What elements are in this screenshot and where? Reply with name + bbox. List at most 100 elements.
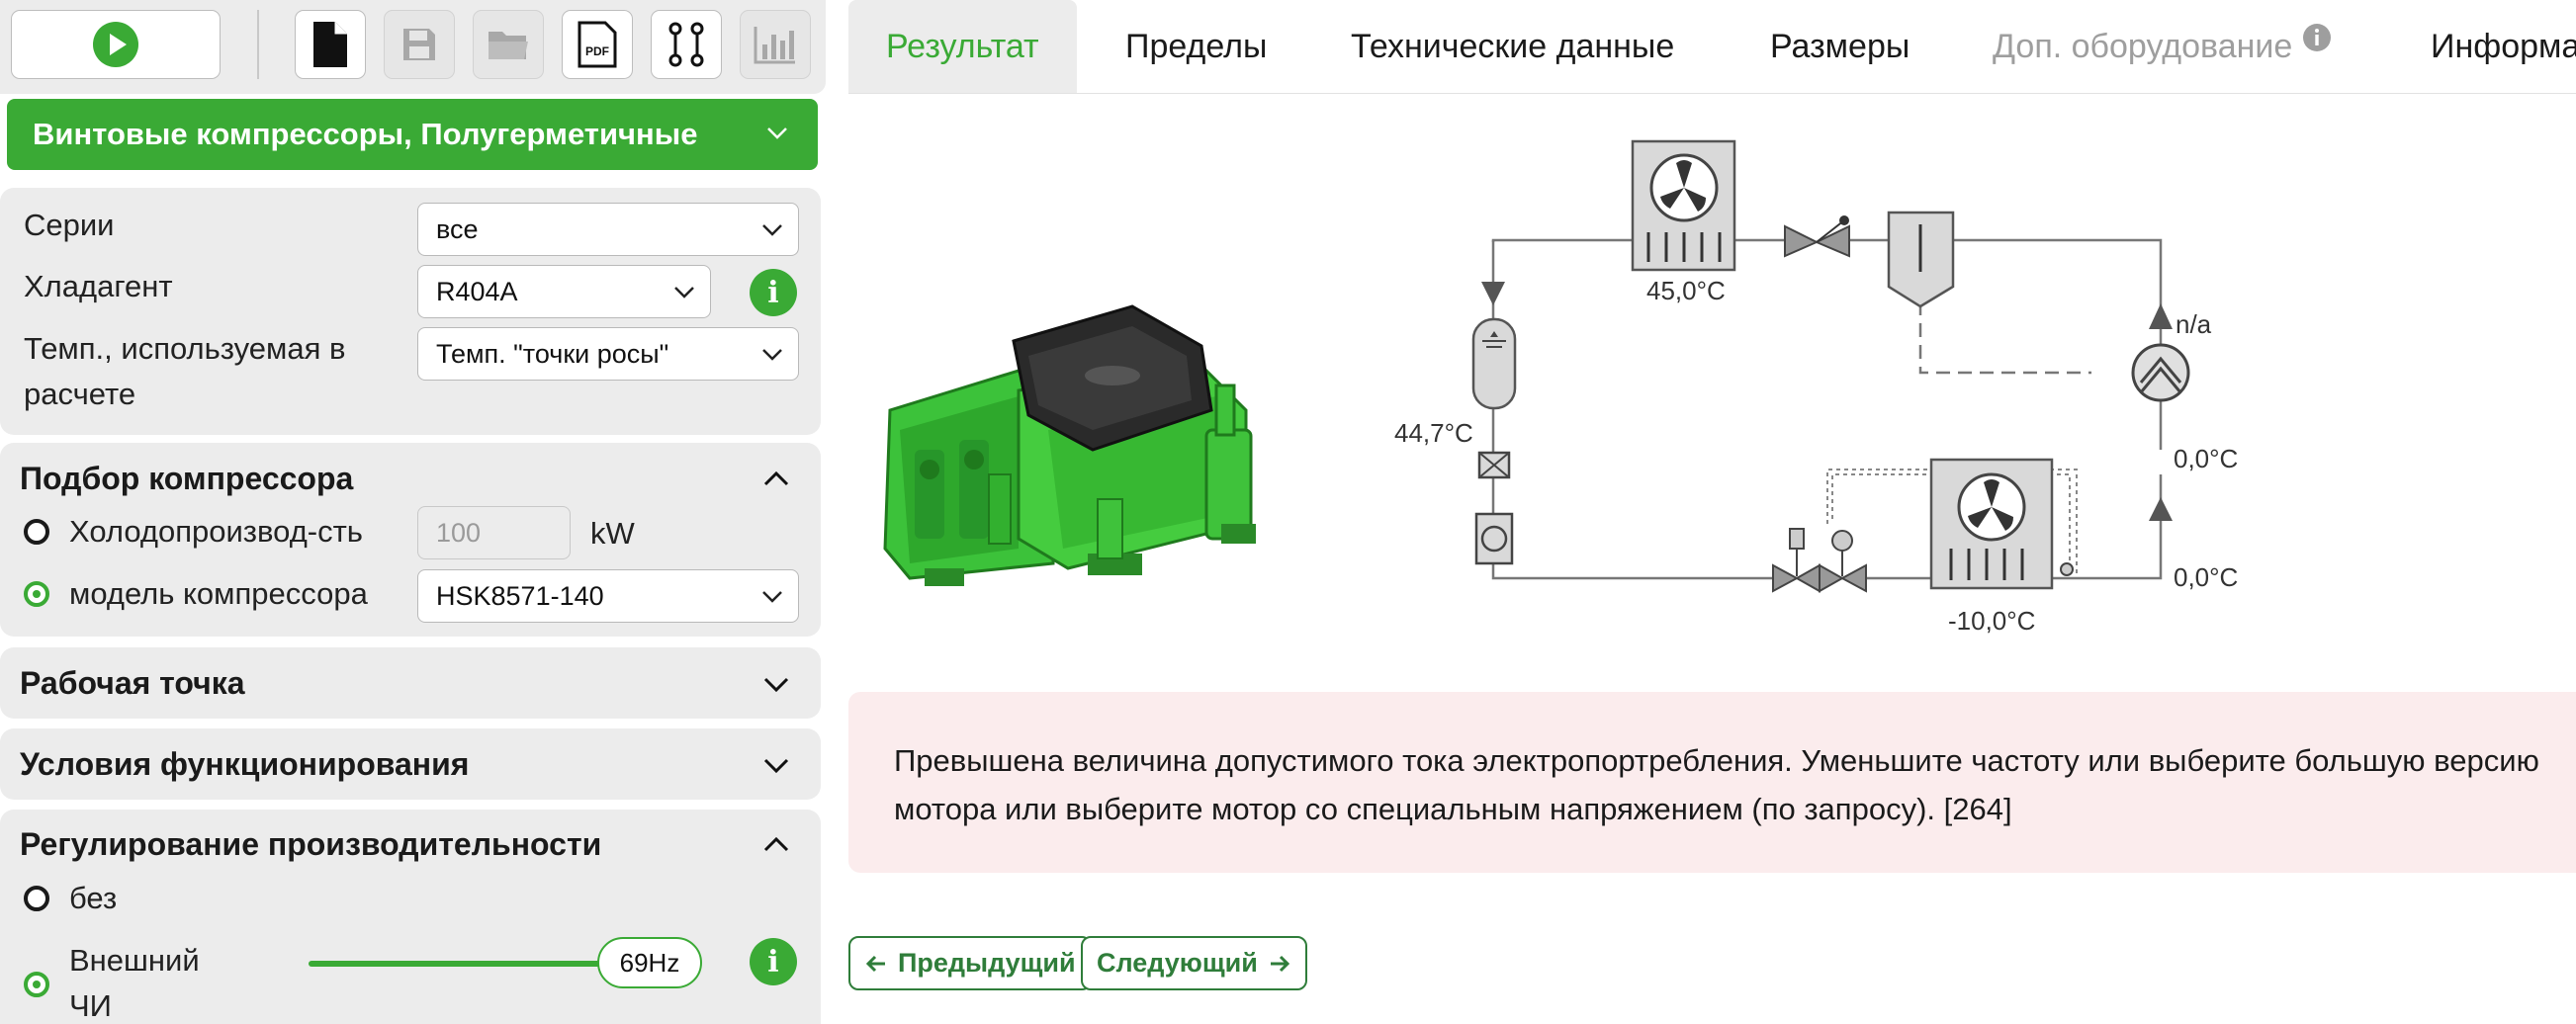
next-button-label: Следующий	[1097, 948, 1258, 978]
suction-temp-2-label: 0,0°C	[2174, 562, 2238, 592]
chevron-down-icon[interactable]	[761, 669, 791, 699]
chevron-down-icon[interactable]	[761, 750, 791, 780]
tab-bar: Результат Пределы Технические данные Раз…	[848, 0, 2576, 94]
capacity-input[interactable]: 100	[417, 506, 571, 559]
capacity-control-info-icon[interactable]: i	[750, 938, 797, 985]
series-label: Серии	[24, 208, 115, 242]
capacity-control-panel: Регулирование производительности без Вне…	[0, 810, 821, 1024]
discharge-label: n/a	[2176, 309, 2212, 339]
warning-message-box: Превышена величина допустимого тока элек…	[848, 692, 2576, 873]
refrigerant-value: R404A	[436, 276, 518, 306]
chart-button[interactable]	[740, 10, 811, 79]
tab-result[interactable]: Результат	[848, 0, 1077, 93]
chevron-up-icon[interactable]	[761, 465, 791, 494]
toolbar-separator	[257, 10, 259, 79]
chevron-down-icon	[767, 128, 787, 139]
open-folder-button[interactable]	[473, 10, 544, 79]
save-button[interactable]	[384, 10, 455, 79]
capacity-label: Холодопроизвод-сть	[69, 514, 363, 549]
operating-conditions-title: Условия функционирования	[20, 746, 470, 782]
run-button[interactable]	[11, 10, 221, 79]
tab-information[interactable]: Информа	[2431, 0, 2576, 93]
operating-conditions-section[interactable]: Условия функционирования	[0, 728, 821, 800]
temp-value: Темп. "точки росы"	[436, 338, 669, 369]
pdf-button[interactable]: PDF	[562, 10, 633, 79]
condenser-temp-label: 45,0°C	[1646, 276, 1726, 305]
schema-icon	[668, 22, 704, 67]
capacity-unit: kW	[590, 516, 635, 551]
capacity-control-external-label-line2: ЧИ	[69, 988, 112, 1023]
model-value: HSK8571-140	[436, 580, 604, 611]
model-select[interactable]: HSK8571-140	[417, 569, 799, 623]
tab-dimensions-label: Размеры	[1770, 27, 1910, 65]
product-category-label: Винтовые компрессоры, Полугерметичные	[33, 117, 698, 151]
refrigerant-select[interactable]: R404A	[417, 265, 711, 318]
compressor-selection-title: Подбор компрессора	[20, 461, 354, 496]
capacity-placeholder: 100	[436, 517, 482, 548]
frequency-slider-thumb[interactable]: 69Hz	[597, 937, 702, 988]
working-point-section[interactable]: Рабочая точка	[0, 647, 821, 719]
tab-information-label: Информа	[2431, 27, 2576, 65]
chevron-down-icon	[762, 591, 782, 603]
chevron-up-icon[interactable]	[761, 830, 791, 860]
info-icon	[2303, 24, 2332, 51]
compressor-image	[883, 304, 1256, 586]
temp-label-line1: Темп., используемая в	[24, 331, 346, 366]
new-document-icon	[313, 22, 347, 67]
previous-button-label: Предыдущий	[898, 948, 1076, 978]
capacity-control-none-radio[interactable]	[24, 886, 49, 911]
left-panel: PDF Винтовые компрессоры, Полугерметичны…	[0, 0, 826, 1024]
arrow-right-icon	[1270, 955, 1289, 972]
tab-result-label: Результат	[886, 27, 1039, 65]
model-radio[interactable]	[24, 581, 49, 607]
product-category-dropdown[interactable]: Винтовые компрессоры, Полугерметичные	[7, 99, 818, 170]
tab-technical-data-label: Технические данные	[1351, 27, 1675, 65]
save-icon	[403, 29, 435, 60]
previous-button[interactable]: Предыдущий	[848, 936, 1092, 990]
capacity-radio[interactable]	[24, 519, 49, 545]
chevron-down-icon	[762, 224, 782, 236]
open-folder-icon	[489, 32, 528, 59]
liquid-temp-label: 44,7°C	[1394, 418, 1473, 448]
frequency-slider-track[interactable]	[309, 961, 605, 967]
temp-select[interactable]: Темп. "точки росы"	[417, 327, 799, 381]
tab-dimensions[interactable]: Размеры	[1770, 0, 1910, 93]
series-value: все	[436, 213, 479, 244]
next-button[interactable]: Следующий	[1081, 936, 1307, 990]
series-select[interactable]: все	[417, 203, 799, 256]
tab-accessories-label: Доп. оборудование	[1993, 27, 2293, 65]
schema-button[interactable]	[651, 10, 722, 79]
tab-limits-label: Пределы	[1125, 27, 1268, 65]
pdf-icon: PDF	[577, 21, 617, 68]
chevron-down-icon	[762, 349, 782, 361]
capacity-control-external-radio[interactable]	[24, 972, 49, 997]
warning-line-1: Превышена величина допустимого тока элек…	[894, 743, 2539, 778]
toolbar: PDF	[0, 0, 826, 94]
evaporator-temp-label: -10,0°C	[1948, 606, 2035, 636]
refrigerant-label: Хладагент	[24, 269, 173, 303]
new-document-button[interactable]	[295, 10, 366, 79]
tab-technical-data[interactable]: Технические данные	[1351, 0, 1674, 93]
working-point-title: Рабочая точка	[20, 665, 245, 701]
temp-label-line2: расчете	[24, 377, 136, 411]
condenser-box	[1631, 139, 1736, 272]
pdf-icon-label: PDF	[585, 44, 609, 58]
settings-panel: Серии все Хладагент R404A i Темп., испол…	[0, 188, 821, 435]
play-icon	[93, 22, 138, 67]
tab-accessories[interactable]: Доп. оборудование	[1993, 0, 2332, 93]
chart-icon	[754, 27, 795, 64]
evaporator-box	[1929, 458, 2074, 590]
frequency-slider-value: 69Hz	[619, 947, 680, 978]
tab-limits[interactable]: Пределы	[1125, 0, 1267, 93]
warning-message: Превышена величина допустимого тока элек…	[894, 736, 2575, 833]
suction-temp-1-label: 0,0°C	[2174, 444, 2238, 473]
warning-line-2: мотора или выберите мотор со специальным…	[894, 792, 2012, 826]
arrow-left-icon	[865, 955, 885, 972]
chevron-down-icon	[674, 287, 694, 299]
refrigeration-cycle-diagram: 45,0°C 44,7°C -10,0°C 0,0°C 0,0°C n/a	[1394, 139, 2238, 636]
model-label: модель компрессора	[69, 576, 368, 611]
refrigerant-info-icon[interactable]: i	[750, 269, 797, 316]
compressor-selection-panel: Подбор компрессора Холодопроизвод-сть 10…	[0, 443, 821, 637]
capacity-control-title: Регулирование производительности	[20, 826, 602, 862]
capacity-control-external-label-line1: Внешний	[69, 943, 200, 978]
